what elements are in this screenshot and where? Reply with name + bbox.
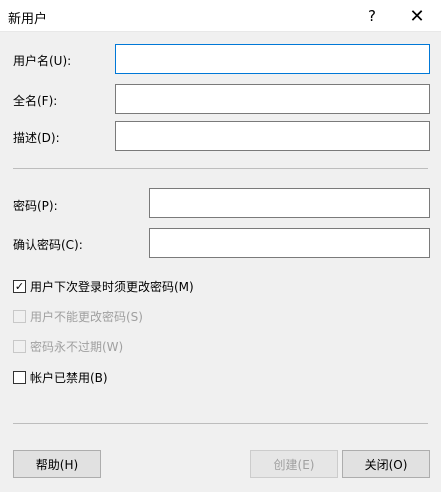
window-title: 新用户 xyxy=(8,12,48,27)
separator xyxy=(13,423,428,424)
confirm-password-label: 确认密码(C): xyxy=(13,238,83,252)
separator xyxy=(13,168,428,169)
must-change-password-label: 用户下次登录时须更改密码(M) xyxy=(30,280,194,294)
unchecked-box-icon[interactable] xyxy=(13,340,26,353)
username-input[interactable] xyxy=(115,44,430,74)
description-label: 描述(D): xyxy=(13,131,60,145)
unchecked-box-icon[interactable] xyxy=(13,310,26,323)
fullname-input[interactable] xyxy=(115,84,430,114)
title-bar: 新用户 ? ✕ xyxy=(0,0,441,32)
check-icon[interactable]: ✓ xyxy=(13,280,26,293)
help-button[interactable]: 帮助(H) xyxy=(13,450,101,478)
password-never-expires-label: 密码永不过期(W) xyxy=(30,340,124,354)
cannot-change-password-checkbox[interactable]: 用户不能更改密码(S) xyxy=(13,308,143,325)
unchecked-box-icon[interactable] xyxy=(13,371,26,384)
description-input[interactable] xyxy=(115,121,430,151)
help-icon[interactable]: ? xyxy=(352,0,392,32)
cannot-change-password-label: 用户不能更改密码(S) xyxy=(30,310,143,324)
password-label: 密码(P): xyxy=(13,199,58,213)
close-icon[interactable]: ✕ xyxy=(397,0,437,32)
account-disabled-label: 帐户已禁用(B) xyxy=(30,371,108,385)
confirm-password-input[interactable] xyxy=(149,228,430,258)
username-label: 用户名(U): xyxy=(13,54,72,68)
must-change-password-checkbox[interactable]: ✓ 用户下次登录时须更改密码(M) xyxy=(13,278,194,295)
password-never-expires-checkbox[interactable]: 密码永不过期(W) xyxy=(13,338,123,355)
create-button[interactable]: 创建(E) xyxy=(250,450,338,478)
fullname-label: 全名(F): xyxy=(13,94,58,108)
account-disabled-checkbox[interactable]: 帐户已禁用(B) xyxy=(13,369,108,386)
password-input[interactable] xyxy=(149,188,430,218)
close-button[interactable]: 关闭(O) xyxy=(342,450,430,478)
